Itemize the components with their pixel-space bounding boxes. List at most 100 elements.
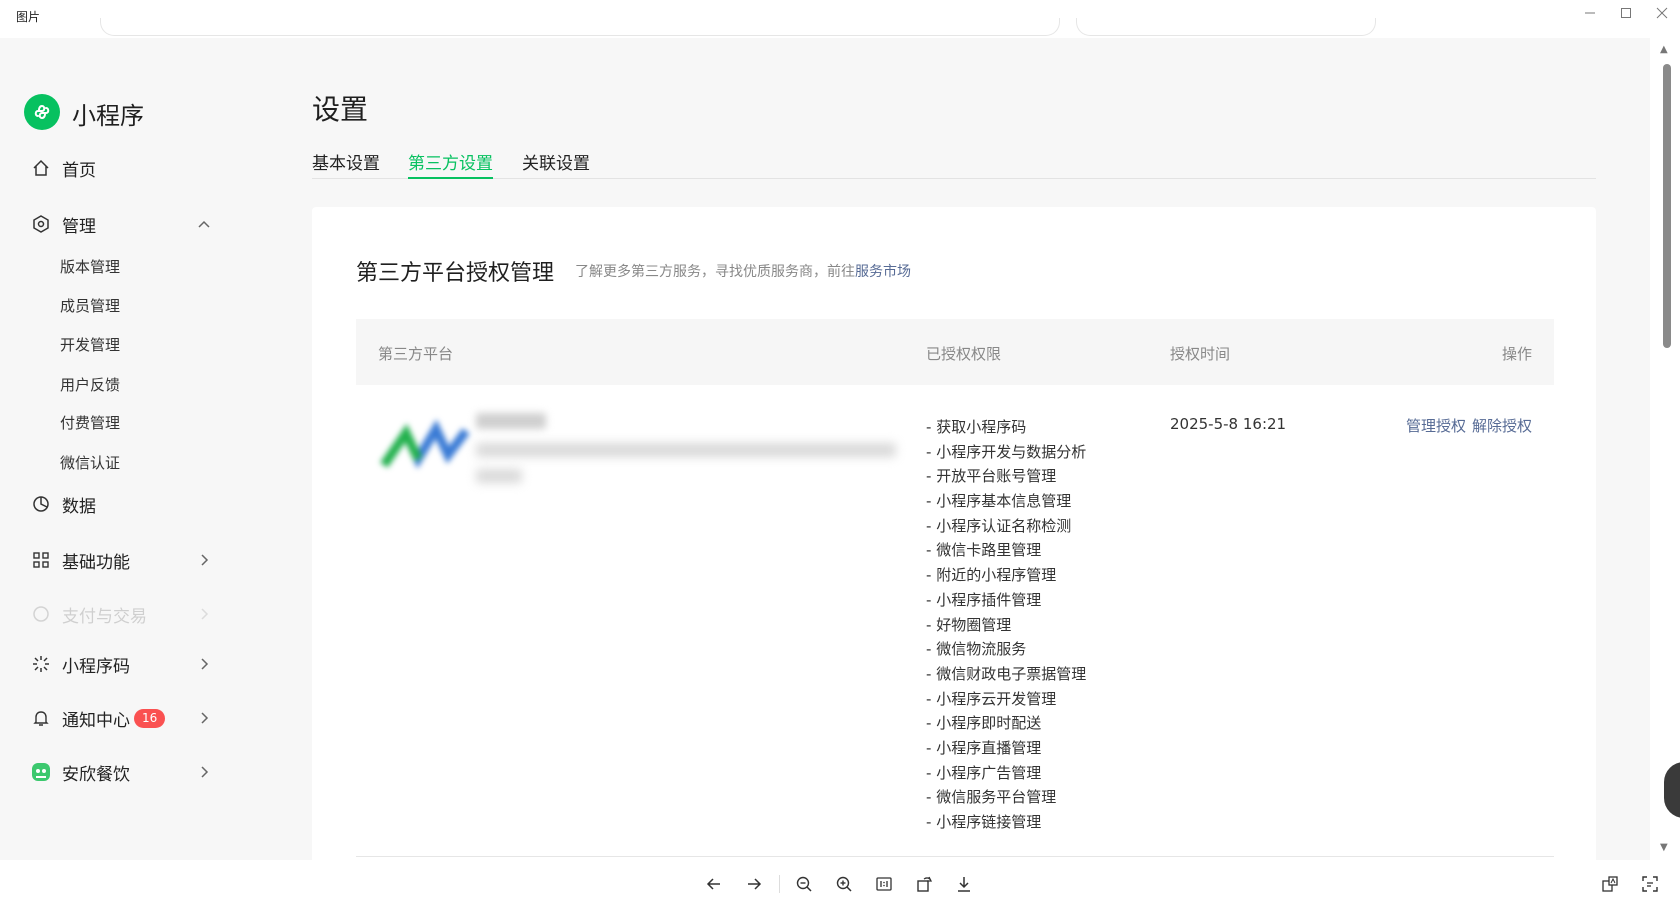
permission-item: 微信服务平台管理	[926, 785, 1086, 810]
chevron-up-icon[interactable]	[194, 214, 214, 234]
nav-manage-label: 管理	[62, 216, 96, 237]
window-controls	[1572, 0, 1680, 30]
nav-wechat-verify[interactable]: 微信认证	[60, 452, 120, 473]
translate-icon[interactable]	[1596, 870, 1624, 898]
nav-notifications[interactable]: 通知中心 16	[30, 704, 220, 732]
platform-logo-blurred	[380, 419, 472, 473]
nav-account[interactable]: 安欣餐饮	[30, 758, 220, 786]
screenshot-page: 小程序 首页 管理 版本管理 成员管理 开发管理 用户反馈 付费管理 微信认证	[0, 38, 1650, 860]
rotate-icon[interactable]	[910, 870, 938, 898]
viewer-toolbar	[0, 860, 1680, 908]
brand-title: 小程序	[72, 102, 144, 130]
permission-item: 小程序基本信息管理	[926, 489, 1086, 514]
permission-item: 小程序链接管理	[926, 810, 1086, 835]
browser-search-remnant	[1076, 18, 1376, 36]
arrow-right-icon[interactable]	[740, 870, 768, 898]
chevron-right-icon[interactable]	[194, 762, 214, 782]
nav-user-feedback[interactable]: 用户反馈	[60, 374, 120, 395]
payment-icon	[30, 603, 52, 625]
platform-name-blurred	[476, 413, 546, 429]
card-subtitle: 了解更多第三方服务，寻找优质服务商，前往服务市场	[575, 261, 911, 281]
column-header-actions: 操作	[1501, 345, 1532, 363]
platform-description-blurred	[476, 443, 896, 457]
actual-size-icon[interactable]	[870, 870, 898, 898]
scrollbar-thumb[interactable]	[1663, 64, 1671, 348]
maximize-icon[interactable]	[1608, 0, 1644, 26]
chevron-right-icon[interactable]	[194, 654, 214, 674]
chevron-right-icon[interactable]	[194, 708, 214, 728]
zoom-in-icon[interactable]	[830, 870, 858, 898]
permission-item: 小程序插件管理	[926, 588, 1086, 613]
scroll-down-icon[interactable]: ▼	[1660, 842, 1668, 853]
ocr-scan-icon[interactable]	[1636, 870, 1664, 898]
table-row: 获取小程序码 小程序开发与数据分析 开放平台账号管理 小程序基本信息管理 小程序…	[356, 385, 1554, 857]
home-icon	[30, 157, 52, 179]
chevron-right-icon[interactable]	[194, 604, 214, 624]
settings-hex-icon	[30, 213, 52, 235]
auth-time: 2025-5-8 16:21	[1170, 415, 1287, 433]
nav-basic-functions-label: 基础功能	[62, 552, 130, 573]
nav-dev-manage[interactable]: 开发管理	[60, 334, 120, 355]
minimize-icon[interactable]	[1572, 0, 1608, 26]
permission-item: 小程序广告管理	[926, 761, 1086, 786]
nav-basic-functions[interactable]: 基础功能	[30, 546, 220, 574]
permission-item: 小程序即时配送	[926, 711, 1086, 736]
zoom-out-icon[interactable]	[790, 870, 818, 898]
nav-mini-code-label: 小程序码	[62, 656, 130, 677]
platform-description-blurred-2	[476, 469, 522, 483]
permission-list: 获取小程序码 小程序开发与数据分析 开放平台账号管理 小程序基本信息管理 小程序…	[926, 415, 1086, 835]
card-subtitle-text: 了解更多第三方服务，寻找优质服务商，前往	[575, 264, 855, 280]
nav-data[interactable]: 数据	[30, 490, 220, 518]
nav-mini-code[interactable]: 小程序码	[30, 650, 220, 678]
permission-item: 小程序开发与数据分析	[926, 440, 1086, 465]
permission-item: 小程序直播管理	[926, 736, 1086, 761]
pie-chart-icon	[30, 493, 52, 515]
chevron-right-icon[interactable]	[194, 550, 214, 570]
nav-version-manage[interactable]: 版本管理	[60, 256, 120, 277]
arrow-left-icon[interactable]	[700, 870, 728, 898]
card-title: 第三方平台授权管理	[356, 261, 555, 286]
nav-notifications-label: 通知中心	[62, 710, 130, 731]
nav-payment[interactable]: 支付与交易	[30, 600, 220, 628]
toolbar-divider	[779, 875, 780, 893]
column-header-permissions: 已授权权限	[926, 345, 1002, 363]
service-market-link[interactable]: 服务市场	[855, 264, 911, 280]
third-party-auth-card: 第三方平台授权管理 了解更多第三方服务，寻找优质服务商，前往服务市场 第三方平台…	[312, 207, 1596, 860]
tab-related-settings[interactable]: 关联设置	[522, 149, 590, 179]
manage-auth-link[interactable]: 管理授权	[1406, 417, 1466, 435]
bell-icon	[30, 707, 52, 729]
tab-third-party-settings[interactable]: 第三方设置	[408, 149, 493, 179]
close-icon[interactable]	[1644, 0, 1680, 26]
revoke-auth-link[interactable]: 解除授权	[1472, 417, 1532, 435]
column-header-auth-time: 授权时间	[1170, 345, 1231, 363]
window-titlebar: 图片	[0, 0, 1680, 36]
permission-item: 微信卡路里管理	[926, 538, 1086, 563]
nav-manage[interactable]: 管理	[30, 210, 220, 238]
nav-member-manage[interactable]: 成员管理	[60, 295, 120, 316]
table-header: 第三方平台 已授权权限 授权时间 操作	[356, 319, 1554, 385]
nav-home-label: 首页	[62, 160, 96, 181]
nav-payment-label: 支付与交易	[62, 606, 147, 627]
permission-item: 附近的小程序管理	[926, 563, 1086, 588]
permission-item: 微信财政电子票据管理	[926, 662, 1086, 687]
vertical-scrollbar[interactable]: ▲ ▼	[1650, 38, 1680, 860]
nav-data-label: 数据	[62, 496, 96, 517]
download-icon[interactable]	[950, 870, 978, 898]
grid-icon	[30, 549, 52, 571]
nav-home[interactable]: 首页	[30, 154, 220, 182]
permission-item: 好物圈管理	[926, 613, 1086, 638]
tab-basic-settings[interactable]: 基本设置	[312, 149, 380, 179]
nav-paid-manage[interactable]: 付费管理	[60, 412, 120, 433]
miniprogram-logo-icon	[24, 94, 60, 130]
permission-item: 开放平台账号管理	[926, 464, 1086, 489]
row-actions: 管理授权 解除授权	[1400, 415, 1532, 436]
notification-count-badge: 16	[134, 708, 166, 728]
account-avatar	[30, 761, 52, 783]
browser-address-remnant	[100, 18, 1060, 36]
permission-item: 小程序认证名称检测	[926, 514, 1086, 539]
scroll-up-icon[interactable]: ▲	[1660, 44, 1668, 55]
mini-code-icon	[30, 653, 52, 675]
permission-item: 微信物流服务	[926, 637, 1086, 662]
page-title: 设置	[312, 93, 369, 126]
column-header-platform: 第三方平台	[378, 345, 454, 363]
